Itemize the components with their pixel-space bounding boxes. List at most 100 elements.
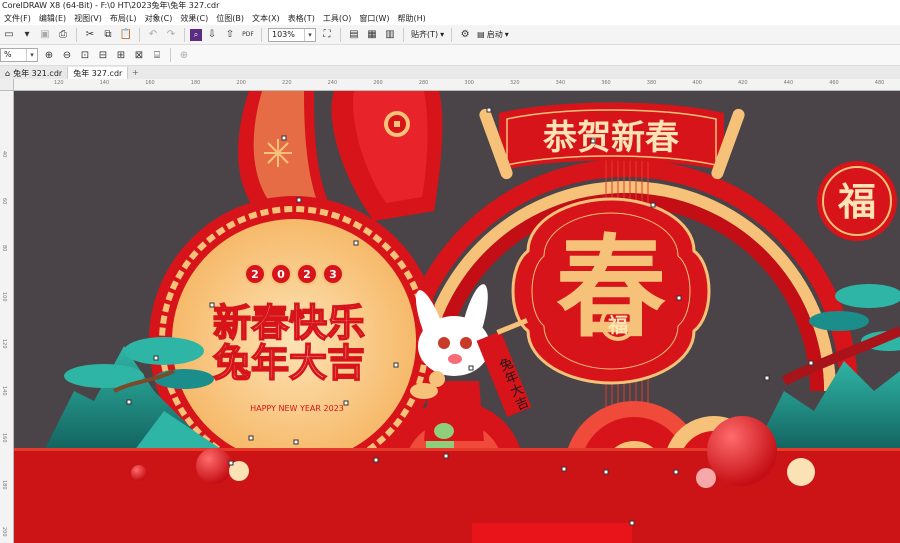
zoom-out-icon[interactable]: ⊖ — [59, 47, 75, 63]
new-document-icon[interactable]: ▭ — [1, 27, 17, 43]
zoom-combo-value: % — [4, 50, 12, 59]
ruler-tick-label: 40 — [1, 151, 7, 158]
ruler-tick-label: 260 — [373, 80, 383, 86]
menu-item[interactable]: 窗口(W) — [355, 13, 393, 24]
zoom-width-icon[interactable]: ⊠ — [131, 47, 147, 63]
full-screen-icon[interactable]: ⛶ — [319, 27, 335, 43]
launch-button[interactable]: ▤ 启动 ▾ — [474, 29, 512, 40]
tab-doc-321[interactable]: ⌂ 兔年 321.cdr — [0, 67, 69, 79]
banner-title: 恭贺新春 — [542, 118, 679, 158]
rulers-icon[interactable]: ▤ — [346, 27, 362, 43]
open-folder-icon[interactable]: ▾ — [19, 27, 35, 43]
ruler-tick-label: 340 — [555, 80, 566, 86]
artwork-svg: 恭贺新春 福 春 福 2 0 2 3 新春快乐 兔年大吉 HAPPY NEW Y… — [14, 91, 900, 543]
search-content-icon[interactable]: ⌕ — [190, 28, 202, 41]
standard-toolbar: ▭ ▾ ▣ ⎙ ✂ ⧉ 📋 ↶ ↷ ⌕ ⇩ ⇧ PDF 103% ▾ ⛶ ▤ ▦ … — [0, 25, 900, 45]
ruler-tick-label: 440 — [783, 80, 794, 86]
guidelines-icon[interactable]: ▥ — [382, 27, 398, 43]
print-icon[interactable]: ⎙ — [55, 27, 71, 43]
menu-item[interactable]: 表格(T) — [284, 13, 319, 24]
menu-item[interactable]: 工具(O) — [319, 13, 356, 24]
import-icon[interactable]: ⇩ — [204, 27, 220, 43]
tab-label: 兔年 327.cdr — [73, 68, 123, 78]
ruler-tick-label: 280 — [418, 80, 429, 86]
chevron-down-icon: ▾ — [440, 30, 445, 39]
zoom-level-select[interactable]: 103% ▾ — [268, 27, 316, 42]
ruler-tick-label: 160 — [145, 80, 155, 86]
coin-ornament — [384, 111, 410, 137]
zoom-height-icon[interactable]: ⌸ — [149, 47, 165, 63]
undo-icon[interactable]: ↶ — [145, 27, 161, 43]
menu-item[interactable]: 位图(B) — [212, 13, 248, 24]
menu-item[interactable]: 帮助(H) — [394, 13, 430, 24]
home-icon: ⌂ — [5, 68, 11, 78]
menu-bar: 文件(F) 编辑(E) 视图(V) 布局(L) 对象(C) 效果(C) 位图(B) 文本(X)… — [0, 12, 900, 25]
ruler-tick-label: 420 — [738, 80, 748, 86]
property-toolbar: % ▾ ⊕ ⊖ ⊡ ⊟ ⊞ ⊠ ⌸ ⊕ — [0, 45, 900, 66]
publish-pdf-icon[interactable]: PDF — [240, 27, 256, 43]
zoom-page-icon[interactable]: ⊞ — [113, 47, 129, 63]
menu-item[interactable]: 对象(C) — [141, 13, 177, 24]
menu-item[interactable]: 布局(L) — [106, 13, 141, 24]
separator — [451, 27, 453, 42]
separator — [170, 48, 171, 62]
ruler-tick-label: 180 — [1, 480, 7, 490]
launch-icon: ▤ — [477, 30, 485, 39]
chevron-down-icon: ▾ — [504, 30, 509, 39]
ruler-tick-label: 220 — [282, 80, 292, 86]
grid-icon[interactable]: ▦ — [364, 27, 380, 43]
menu-item[interactable]: 效果(C) — [176, 13, 212, 24]
separator — [139, 27, 140, 42]
zoom-combo[interactable]: % ▾ — [0, 48, 38, 62]
ruler-tick-label: 140 — [1, 386, 7, 396]
menu-item[interactable]: 视图(V) — [70, 13, 106, 24]
save-icon[interactable]: ▣ — [37, 27, 53, 43]
redo-icon[interactable]: ↷ — [163, 27, 179, 43]
chevron-down-icon: ▾ — [304, 28, 315, 41]
ruler-tick-label: 460 — [829, 80, 839, 86]
small-fu-character: 福 — [607, 313, 628, 337]
ruler-tick-label: 160 — [1, 433, 7, 443]
ruler-tick-label: 120 — [54, 80, 64, 86]
star-ornament — [264, 139, 292, 167]
zoom-all-icon[interactable]: ⊟ — [95, 47, 111, 63]
snap-to-label: 贴齐(T) — [411, 30, 439, 39]
gear-icon[interactable]: ⚙ — [457, 27, 473, 43]
ruler-tick-label: 380 — [646, 80, 657, 86]
window-title: CorelDRAW X8 (64-Bit) - F:\0 HT\2023兔年\兔… — [0, 0, 900, 12]
cut-icon[interactable]: ✂ — [82, 27, 98, 43]
menu-item[interactable]: 文本(X) — [248, 13, 284, 24]
ruler-tick-label: 60 — [1, 198, 7, 205]
menu-item[interactable]: 编辑(E) — [35, 13, 70, 24]
ruler-tick-label: 180 — [190, 80, 201, 86]
separator — [340, 27, 341, 42]
tab-doc-327[interactable]: 兔年 327.cdr — [68, 67, 129, 79]
zoom-in-icon[interactable]: ⊕ — [41, 47, 57, 63]
ruler-corner[interactable] — [0, 79, 14, 91]
add-tab-icon[interactable]: + — [128, 67, 142, 79]
ruler-tick-label: 100 — [1, 292, 7, 302]
document-tabs: ⌂ 兔年 321.cdr 兔年 327.cdr + — [0, 66, 900, 79]
ruler-tick-label: 140 — [99, 80, 110, 86]
english-greeting: HAPPY NEW YEAR 2023 — [250, 404, 344, 413]
export-icon[interactable]: ⇧ — [222, 27, 238, 43]
zoom-selected-icon[interactable]: ⊡ — [77, 47, 93, 63]
separator — [261, 27, 262, 42]
paste-icon[interactable]: 📋 — [118, 27, 134, 43]
separator — [403, 27, 404, 42]
year-digit: 2 — [251, 268, 259, 281]
snap-to-button[interactable]: 贴齐(T) ▾ — [408, 29, 447, 40]
drawing-canvas[interactable]: 恭贺新春 福 春 福 2 0 2 3 新春快乐 兔年大吉 HAPPY NEW Y… — [14, 91, 900, 543]
stage-step — [472, 523, 632, 543]
slogan-line-2: 兔年大吉 — [213, 341, 365, 385]
copy-icon[interactable]: ⧉ — [100, 27, 116, 43]
vertical-ruler[interactable]: 40 60 80 100 120 140 160 180 200 — [0, 91, 14, 543]
ruler-tick-label: 300 — [464, 80, 474, 86]
menu-item[interactable]: 文件(F) — [0, 13, 35, 24]
separator — [76, 27, 77, 42]
ruler-tick-label: 320 — [510, 80, 520, 86]
year-digit: 0 — [277, 268, 285, 281]
horizontal-ruler[interactable]: 120 140 160 180 200 220 240 260 280 300 320 340 360 3… — [14, 79, 900, 91]
pan-icon[interactable]: ⊕ — [176, 47, 192, 63]
launch-label: 启动 — [486, 30, 503, 39]
